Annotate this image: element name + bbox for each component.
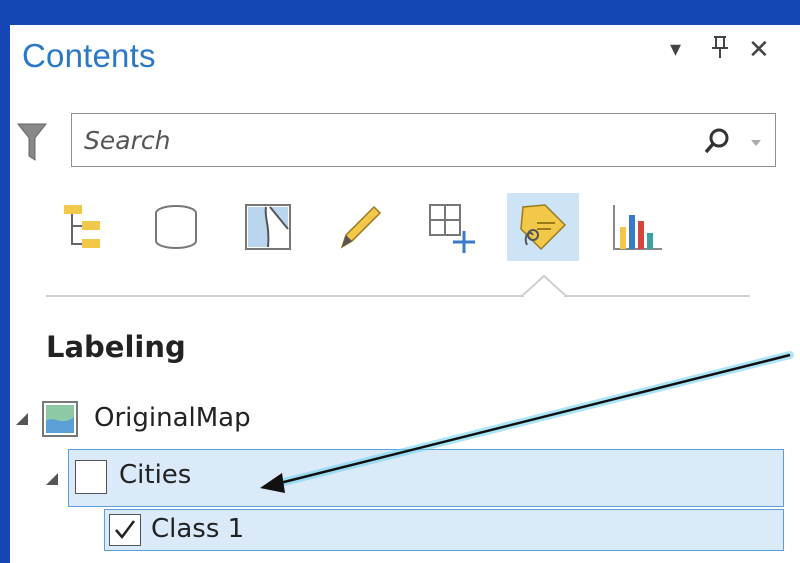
map-item-label[interactable]: OriginalMap	[94, 403, 251, 433]
list-by-charts-button[interactable]	[600, 193, 672, 261]
list-by-selection-button[interactable]	[232, 193, 304, 261]
list-by-drawing-order-button[interactable]	[48, 193, 120, 261]
search-placeholder: Search	[84, 126, 171, 155]
pin-icon	[712, 36, 728, 58]
list-by-snapping-icon	[429, 204, 475, 253]
pin-button[interactable]	[710, 35, 730, 63]
list-by-labeling-button[interactable]	[507, 193, 579, 261]
class1-checkbox[interactable]	[109, 514, 141, 546]
list-by-selection-icon	[245, 204, 291, 250]
list-by-drawing-order-icon	[64, 205, 100, 248]
list-by-editing-icon	[340, 205, 382, 249]
class-item-label: Class 1	[151, 514, 245, 544]
active-tool-indicator	[522, 274, 566, 298]
list-by-data-source-button[interactable]	[140, 193, 212, 261]
search-icon[interactable]	[703, 127, 731, 155]
pane-options-button[interactable]: ▾	[670, 39, 681, 61]
list-by-charts-icon	[613, 205, 662, 250]
filter-icon[interactable]	[16, 122, 48, 162]
collapse-map-icon[interactable]	[14, 411, 30, 427]
list-by-editing-button[interactable]	[324, 193, 396, 261]
close-button[interactable]: ✕	[748, 37, 770, 63]
checkmark-icon	[115, 520, 135, 539]
list-by-data-source-icon	[155, 205, 197, 249]
map-icon	[42, 401, 78, 437]
pane-title: Contents	[22, 37, 156, 74]
collapse-layer-icon[interactable]	[44, 471, 60, 487]
toolbar-divider	[46, 295, 750, 297]
layer-item-label: Cities	[119, 460, 192, 490]
list-by-snapping-button[interactable]	[416, 193, 488, 261]
cities-checkbox[interactable]	[75, 460, 107, 494]
section-title: Labeling	[46, 330, 186, 364]
list-by-labeling-icon	[520, 204, 567, 251]
search-input[interactable]: Search	[71, 113, 776, 167]
contents-pane: Contents ▾ ✕ Search Labeling OriginalMap…	[10, 25, 800, 563]
search-options-caret-icon[interactable]	[751, 140, 761, 146]
callout-arrow	[260, 351, 794, 493]
